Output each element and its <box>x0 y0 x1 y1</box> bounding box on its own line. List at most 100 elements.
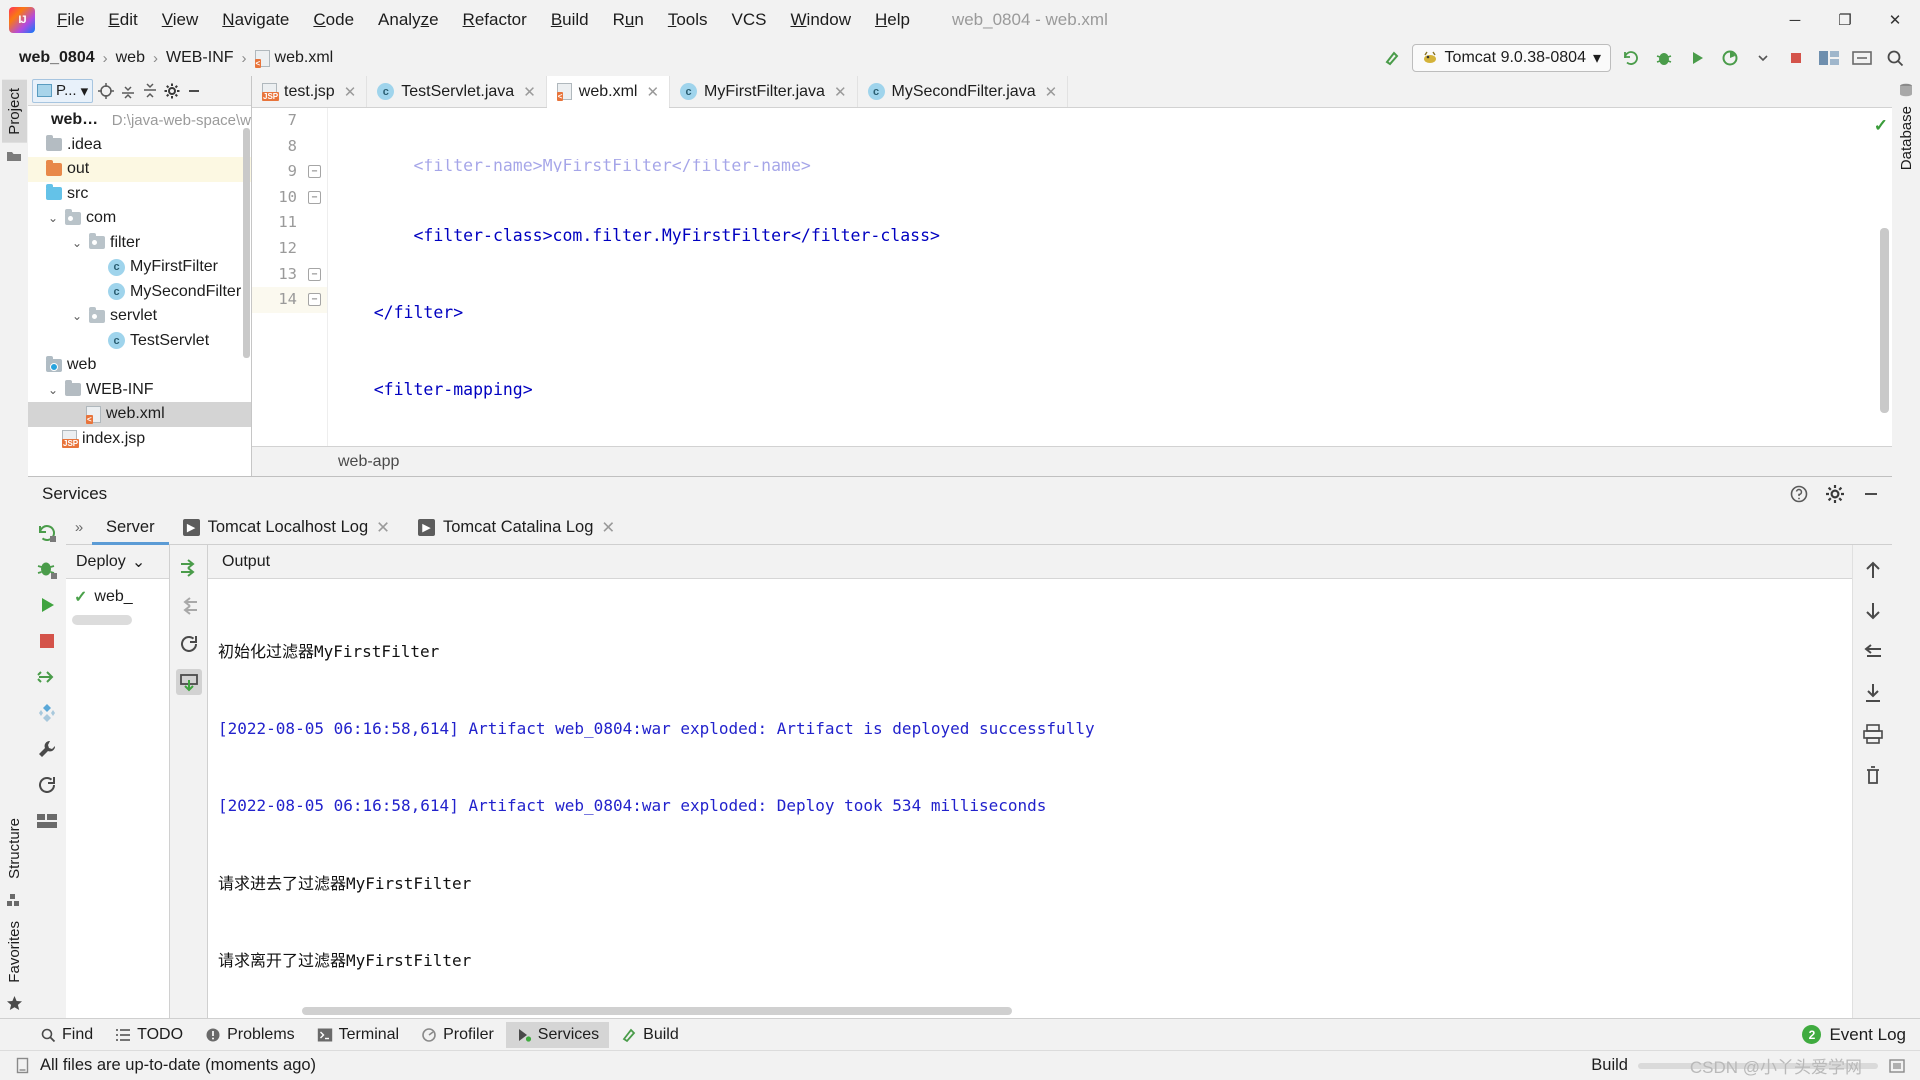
print-icon[interactable] <box>1860 721 1886 747</box>
toolwindow-button-find[interactable]: Find <box>30 1022 103 1048</box>
restart-icon[interactable] <box>34 772 60 798</box>
tree-row-filter[interactable]: ⌄ filter <box>28 231 251 256</box>
stop-icon[interactable] <box>34 628 60 654</box>
fold-icon[interactable]: − <box>308 267 321 281</box>
menu-item-edit[interactable]: Edit <box>96 6 149 34</box>
project-view-selector[interactable]: P... ▾ <box>32 78 94 103</box>
coverage-icon[interactable] <box>1717 45 1743 71</box>
status-memory-icon[interactable] <box>1888 1057 1906 1075</box>
hide-icon[interactable] <box>1858 481 1884 507</box>
chevron-down-icon[interactable]: ⌄ <box>46 383 60 397</box>
print-icon[interactable] <box>175 669 202 695</box>
tree-row-testservlet[interactable]: c TestServlet <box>28 329 251 354</box>
sidebar-item-project[interactable]: Project <box>1 80 27 143</box>
toolwindow-button-problems[interactable]: Problems <box>195 1022 305 1048</box>
close-icon[interactable]: ✕ <box>834 83 847 101</box>
breadcrumb-item-webxml[interactable]: < web.xml <box>250 47 339 69</box>
run-icon[interactable] <box>34 592 60 618</box>
tab-mysecondfilter-java[interactable]: c MySecondFilter.java ✕ <box>858 76 1069 107</box>
inspection-status-icon[interactable]: ✓ <box>1874 116 1888 136</box>
fold-icon[interactable]: − <box>308 190 321 204</box>
fold-icon[interactable]: − <box>308 165 321 179</box>
tree-row-src[interactable]: src <box>28 182 251 207</box>
toolwindow-button-todo[interactable]: TODO <box>105 1022 193 1048</box>
tree-row-out[interactable]: out <box>28 157 251 182</box>
chevron-down-icon[interactable] <box>1750 45 1776 71</box>
restart-icon[interactable] <box>176 631 202 657</box>
close-button[interactable]: ✕ <box>1870 0 1920 40</box>
toolwindow-button-profiler[interactable]: Profiler <box>411 1022 504 1048</box>
tree-row-idea[interactable]: .idea <box>28 133 251 158</box>
gear-icon[interactable] <box>1822 481 1848 507</box>
menu-item-tools[interactable]: Tools <box>656 6 720 34</box>
menu-item-window[interactable]: Window <box>779 6 863 34</box>
menu-item-view[interactable]: View <box>150 6 211 34</box>
rerun-icon[interactable] <box>1618 45 1644 71</box>
breadcrumb-item-project[interactable]: web_0804 <box>14 47 100 69</box>
tab-myfirstfilter-java[interactable]: c MyFirstFilter.java ✕ <box>670 76 858 107</box>
trash-icon[interactable] <box>1860 762 1886 788</box>
layout-icon[interactable] <box>1816 45 1842 71</box>
breadcrumb-item-web[interactable]: web <box>111 47 150 69</box>
tree-row-project-root[interactable]: web_0804 D:\java-web-space\w <box>28 108 251 133</box>
updates-icon[interactable] <box>1849 45 1875 71</box>
menu-item-build[interactable]: Build <box>539 6 601 34</box>
close-icon[interactable]: ✕ <box>1045 83 1058 101</box>
debug-icon[interactable] <box>34 556 60 582</box>
minimize-button[interactable]: ─ <box>1770 0 1820 40</box>
close-icon[interactable]: ✕ <box>344 83 357 101</box>
menu-item-navigate[interactable]: Navigate <box>210 6 301 34</box>
chevron-down-icon[interactable]: ⌄ <box>70 236 84 250</box>
breadcrumb-item-webinf[interactable]: WEB-INF <box>161 47 239 69</box>
tree-row-indexjsp[interactable]: JSP index.jsp <box>28 427 251 452</box>
tab-server[interactable]: Server <box>92 511 169 545</box>
tree-row-web[interactable]: web <box>28 353 251 378</box>
settings-wrench-icon[interactable] <box>34 736 60 762</box>
sidebar-item-database[interactable]: Database <box>1894 98 1919 178</box>
run-configuration-selector[interactable]: Tomcat 9.0.38-0804 ▾ <box>1411 44 1611 72</box>
tab-tomcat-catalina-log[interactable]: ▶ Tomcat Catalina Log ✕ <box>404 511 629 544</box>
redeploy-icon[interactable] <box>34 664 60 690</box>
menu-item-vcs[interactable]: VCS <box>720 6 779 34</box>
project-tree-scrollbar[interactable] <box>243 128 250 358</box>
code-content[interactable]: <filter-name>MyFirstFilter</filter-name>… <box>328 108 1874 446</box>
maximize-button[interactable]: ❐ <box>1820 0 1870 40</box>
menu-item-analyze[interactable]: Analyze <box>366 6 451 34</box>
menu-item-file[interactable]: File <box>45 6 96 34</box>
up-arrow-icon[interactable] <box>1860 557 1886 583</box>
toolwindow-button-event-log[interactable]: Event Log <box>1829 1025 1906 1045</box>
build-hammer-icon[interactable] <box>1379 45 1405 71</box>
tree-row-myfirstfilter[interactable]: c MyFirstFilter <box>28 255 251 280</box>
tree-row-servlet[interactable]: ⌄ servlet <box>28 304 251 329</box>
soft-wrap-icon[interactable] <box>176 593 202 619</box>
down-arrow-icon[interactable] <box>1860 598 1886 624</box>
tree-row-com[interactable]: ⌄ com <box>28 206 251 231</box>
project-tree[interactable]: web_0804 D:\java-web-space\w .idea out <box>28 106 251 476</box>
search-icon[interactable] <box>1882 45 1908 71</box>
sidebar-item-structure[interactable]: Structure <box>2 810 27 887</box>
stop-icon[interactable] <box>1783 45 1809 71</box>
deploy-artifact-item[interactable]: ✓ web_ <box>66 579 169 615</box>
editor-gutter[interactable]: 7 8 9− 10− 11 12 13− 14− <box>252 108 328 446</box>
menu-item-run[interactable]: Run <box>601 6 656 34</box>
close-icon[interactable]: ✕ <box>601 518 615 538</box>
scroll-to-end-icon[interactable] <box>176 555 202 581</box>
expand-all-icon[interactable] <box>119 82 137 100</box>
chevron-down-icon[interactable]: ⌄ <box>70 309 84 323</box>
editor-vertical-scrollbar[interactable] <box>1880 228 1889 413</box>
tab-tomcat-localhost-log[interactable]: ▶ Tomcat Localhost Log ✕ <box>169 511 404 544</box>
console-output[interactable]: 初始化过滤器MyFirstFilter [2022-08-05 06:16:58… <box>208 579 1852 1004</box>
scroll-to-end-icon[interactable] <box>1860 680 1886 706</box>
menu-item-code[interactable]: Code <box>301 6 366 34</box>
hide-icon[interactable] <box>185 82 203 100</box>
deploy-panel-header[interactable]: Deploy ⌄ <box>66 545 169 579</box>
close-icon[interactable]: ✕ <box>523 83 536 101</box>
close-icon[interactable]: ✕ <box>646 83 659 101</box>
tab-test-jsp[interactable]: JSP test.jsp ✕ <box>252 76 368 107</box>
sidebar-item-favorites[interactable]: Favorites <box>2 913 27 991</box>
run-icon[interactable] <box>1684 45 1710 71</box>
toolwindow-button-build[interactable]: Build <box>611 1022 689 1048</box>
expand-more-icon[interactable]: » <box>66 511 92 544</box>
gear-icon[interactable] <box>163 82 181 100</box>
tree-row-webxml[interactable]: < web.xml <box>28 402 251 427</box>
